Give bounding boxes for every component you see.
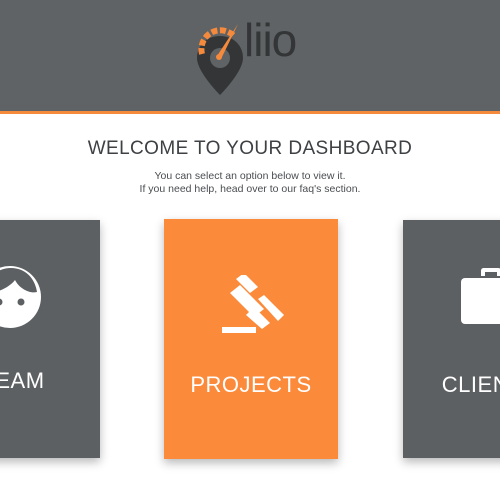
welcome-subtitle-line-1: You can select an option below to view i…: [154, 170, 346, 182]
briefcase-icon: [461, 268, 500, 324]
clients-card-label: CLIENTS: [441, 372, 500, 397]
face-icon: [0, 266, 41, 328]
welcome-title: WELCOME TO YOUR DASHBOARD: [87, 138, 413, 159]
speedometer-pin-icon: [197, 24, 243, 95]
logo-text: liio: [244, 14, 297, 66]
welcome-subtitle-line-2: If you need help, head over to our faq's…: [139, 183, 361, 195]
gavel-icon: [222, 275, 284, 333]
projects-card[interactable]: PROJECTS: [164, 219, 338, 459]
team-card-label: TEAM: [0, 368, 45, 393]
app-header: liio: [0, 0, 500, 114]
team-card[interactable]: TEAM: [0, 220, 100, 458]
dashboard-page: liio WELCOME TO YOUR DASHBOARD You can s…: [0, 0, 500, 500]
clients-card[interactable]: CLIENTS: [403, 220, 500, 458]
projects-card-label: PROJECTS: [190, 372, 312, 397]
app-logo[interactable]: liio: [190, 14, 315, 98]
